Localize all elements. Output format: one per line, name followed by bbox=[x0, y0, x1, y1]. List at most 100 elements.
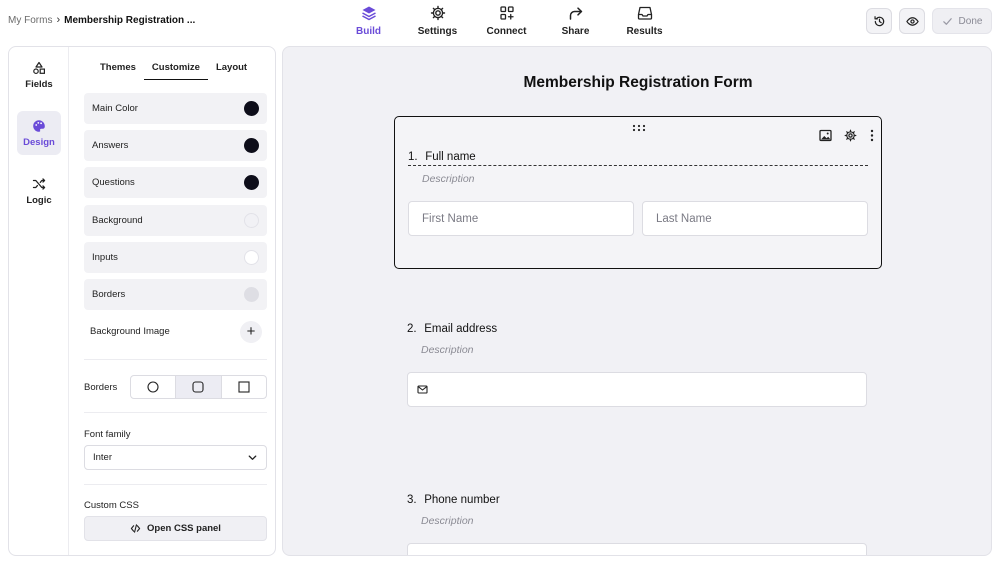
nav-tab-label: Connect bbox=[486, 26, 527, 37]
border-option-square[interactable] bbox=[222, 376, 266, 398]
question-title[interactable]: 3. Phone number bbox=[407, 494, 500, 506]
color-label: Borders bbox=[92, 289, 126, 300]
last-name-input[interactable]: Last Name bbox=[642, 201, 868, 236]
custom-css-label: Custom CSS bbox=[84, 500, 139, 511]
color-row-borders[interactable]: Borders bbox=[84, 279, 267, 310]
color-row-main-color[interactable]: Main Color bbox=[84, 93, 267, 124]
chevron-down-icon bbox=[248, 455, 257, 460]
question-number: 1. bbox=[408, 151, 418, 163]
font-family-value: Inter bbox=[93, 452, 113, 463]
divider bbox=[84, 359, 267, 360]
question-card-selected[interactable]: 1. Full name Description First Name Last… bbox=[394, 116, 882, 269]
color-row-background[interactable]: Background bbox=[84, 205, 267, 236]
breadcrumb: My Forms › Membership Registration ... bbox=[8, 14, 195, 26]
question-description[interactable]: Description bbox=[422, 173, 475, 185]
rounded-square-icon bbox=[192, 381, 205, 393]
subtab-layout[interactable]: Layout bbox=[208, 62, 255, 80]
code-icon bbox=[130, 524, 141, 533]
background-image-label: Background Image bbox=[90, 326, 170, 337]
nav-tab-share[interactable]: Share bbox=[541, 4, 610, 40]
breadcrumb-separator: › bbox=[56, 14, 61, 26]
eye-icon bbox=[905, 16, 919, 26]
email-input[interactable] bbox=[407, 372, 867, 407]
nav-tab-build[interactable]: Build bbox=[334, 4, 403, 40]
border-option-round[interactable] bbox=[131, 376, 177, 398]
color-label: Answers bbox=[92, 140, 129, 151]
color-swatch[interactable] bbox=[244, 175, 259, 190]
border-option-rounded[interactable] bbox=[176, 376, 222, 398]
add-background-image-button[interactable]: + bbox=[240, 320, 262, 343]
question-title[interactable]: 1. Full name bbox=[408, 151, 868, 166]
share-icon bbox=[569, 7, 582, 20]
question-number: 3. bbox=[407, 494, 417, 506]
color-label: Inputs bbox=[92, 252, 118, 263]
rail-item-logic[interactable]: Logic bbox=[17, 169, 61, 213]
preview-button[interactable] bbox=[899, 8, 925, 34]
question-title-text: Email address bbox=[424, 323, 498, 335]
color-swatch[interactable] bbox=[244, 101, 259, 116]
nav-tab-results[interactable]: Results bbox=[610, 4, 679, 40]
top-bar: My Forms › Membership Registration ... B… bbox=[0, 0, 1000, 42]
nav-tab-settings[interactable]: Settings bbox=[403, 4, 472, 40]
color-row-inputs[interactable]: Inputs bbox=[84, 242, 267, 273]
side-rail: Fields Design Logic bbox=[9, 47, 69, 555]
open-css-panel-button[interactable]: Open CSS panel bbox=[84, 516, 267, 541]
nav-tab-label: Settings bbox=[417, 26, 458, 37]
nav-tab-label: Results bbox=[626, 26, 663, 37]
question-description[interactable]: Description bbox=[421, 515, 474, 527]
color-swatch[interactable] bbox=[244, 250, 259, 265]
done-button[interactable]: Done bbox=[932, 8, 992, 34]
history-button[interactable] bbox=[866, 8, 892, 34]
design-subtabs: Themes Customize Layout bbox=[92, 62, 255, 80]
background-image-row: Background Image + bbox=[84, 316, 267, 347]
divider bbox=[84, 484, 267, 485]
color-row-questions[interactable]: Questions bbox=[84, 167, 267, 198]
form-title[interactable]: Membership Registration Form bbox=[283, 74, 991, 92]
shapes-icon bbox=[33, 61, 45, 74]
connect-icon bbox=[499, 6, 514, 20]
rail-item-label: Design bbox=[23, 136, 55, 148]
input-placeholder: First Name bbox=[422, 212, 479, 225]
subtab-customize[interactable]: Customize bbox=[143, 62, 208, 80]
palette-icon bbox=[33, 119, 45, 132]
open-css-panel-label: Open CSS panel bbox=[147, 523, 221, 534]
more-vertical-icon[interactable] bbox=[869, 129, 875, 142]
breadcrumb-my-forms[interactable]: My Forms bbox=[8, 15, 52, 26]
first-name-input[interactable]: First Name bbox=[408, 201, 634, 236]
rail-item-label: Fields bbox=[25, 78, 53, 90]
input-placeholder: Last Name bbox=[656, 212, 712, 225]
subtab-themes[interactable]: Themes bbox=[92, 62, 144, 80]
color-label: Questions bbox=[92, 177, 135, 188]
rail-item-fields[interactable]: Fields bbox=[17, 53, 61, 97]
shuffle-icon bbox=[32, 177, 46, 190]
nav-tab-label: Build bbox=[356, 26, 381, 37]
color-label: Main Color bbox=[92, 103, 138, 114]
check-icon bbox=[942, 17, 952, 25]
color-row-answers[interactable]: Answers bbox=[84, 130, 267, 161]
question-title[interactable]: 2. Email address bbox=[407, 323, 497, 335]
gear-icon[interactable] bbox=[844, 129, 857, 142]
color-swatch[interactable] bbox=[244, 213, 259, 228]
drag-handle-icon[interactable] bbox=[632, 124, 646, 132]
form-canvas: Membership Registration Form 1. Full nam… bbox=[282, 46, 992, 556]
color-swatch[interactable] bbox=[244, 287, 259, 302]
borders-label: Borders bbox=[84, 382, 118, 393]
color-swatch[interactable] bbox=[244, 138, 259, 153]
square-icon bbox=[238, 381, 250, 393]
nav-tab-connect[interactable]: Connect bbox=[472, 4, 541, 40]
circle-icon bbox=[147, 381, 159, 393]
nav-tab-label: Share bbox=[561, 26, 590, 37]
breadcrumb-current-form[interactable]: Membership Registration ... bbox=[64, 15, 195, 26]
inbox-icon bbox=[637, 6, 652, 20]
main-nav: Build Settings Connect Share Results bbox=[334, 4, 679, 40]
color-label: Background bbox=[92, 215, 143, 226]
gear-icon bbox=[430, 5, 445, 21]
phone-input[interactable] bbox=[407, 543, 867, 555]
font-family-label: Font family bbox=[84, 429, 131, 440]
top-actions: Done bbox=[866, 8, 992, 34]
font-family-select[interactable]: Inter bbox=[84, 445, 267, 470]
rail-item-design[interactable]: Design bbox=[17, 111, 61, 155]
image-icon[interactable] bbox=[819, 129, 832, 142]
question-description[interactable]: Description bbox=[421, 344, 474, 356]
question-toolbar bbox=[819, 129, 875, 142]
